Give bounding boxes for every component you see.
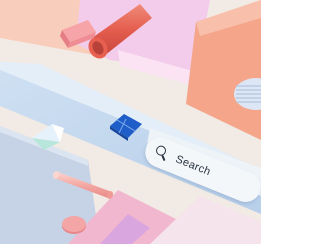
pink-disc: [62, 216, 86, 234]
search-placeholder: Search: [173, 153, 213, 179]
scene-artwork: [0, 0, 261, 244]
search-icon: [153, 144, 171, 162]
abstract-desktop-scene: Search: [0, 0, 261, 244]
